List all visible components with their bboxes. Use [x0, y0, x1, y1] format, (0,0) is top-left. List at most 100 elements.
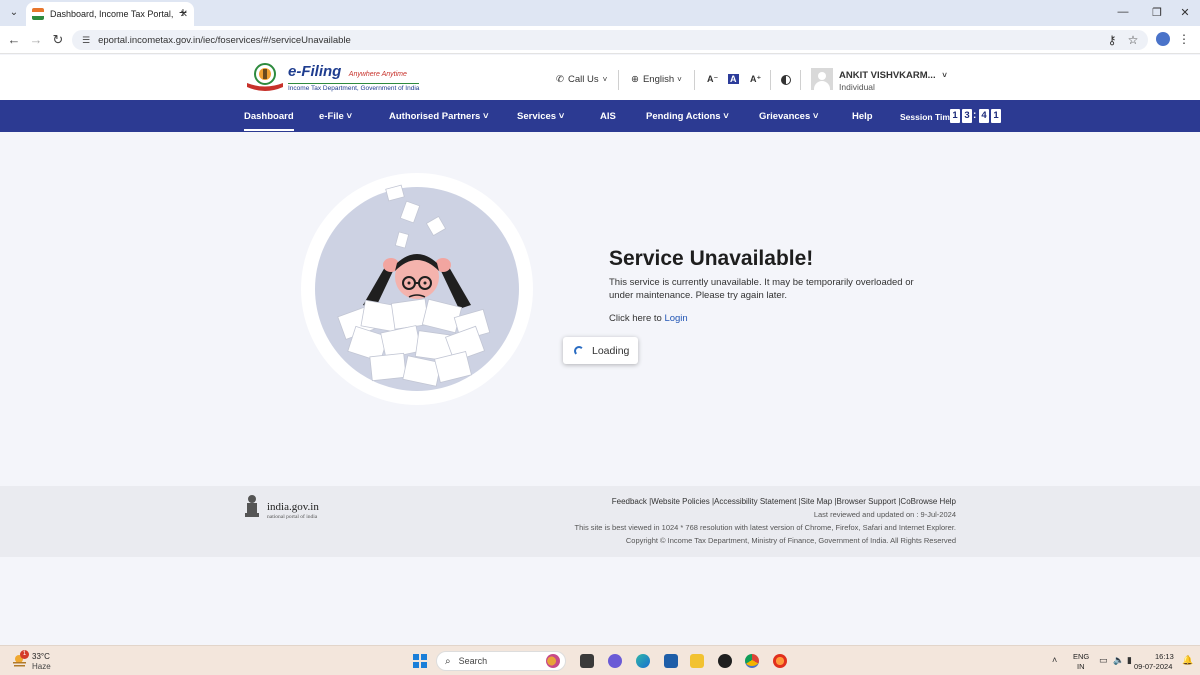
- store-icon[interactable]: [664, 654, 678, 668]
- main-navigation: Dashboard e-File ˅ Authorised Partners ˅…: [0, 100, 1200, 132]
- browser-tab-strip: ⌄ Dashboard, Income Tax Portal, G ✕ + — …: [0, 0, 1200, 26]
- temperature: 33°C: [32, 652, 50, 661]
- back-icon[interactable]: ←: [6, 32, 22, 48]
- browser-profile-icon[interactable]: [1156, 32, 1170, 46]
- edge-browser-icon[interactable]: [636, 654, 650, 668]
- site-footer: india.gov.in national portal of india Fe…: [0, 486, 1200, 557]
- header-divider: [694, 70, 695, 90]
- font-increase-button[interactable]: A⁺: [750, 74, 761, 85]
- new-tab-button[interactable]: +: [176, 5, 190, 19]
- windows-start-icon[interactable]: [413, 654, 427, 668]
- efiling-logo[interactable]: e-Filing Anywhere Anytime Income Tax Dep…: [288, 63, 420, 92]
- media-player-icon[interactable]: [718, 654, 732, 668]
- national-emblem-icon: [245, 495, 259, 517]
- logo-tagline: Anywhere Anytime: [348, 71, 407, 78]
- login-link[interactable]: Login: [664, 313, 687, 324]
- nav-grievances[interactable]: Grievances ˅: [759, 111, 818, 122]
- login-prompt: Click here to Login: [609, 313, 688, 324]
- last-reviewed: Last reviewed and updated on : 9-Jul-202…: [813, 510, 956, 519]
- call-us-label: Call Us: [567, 74, 599, 85]
- nav-help[interactable]: Help: [852, 111, 873, 122]
- session-digit: 4: [979, 109, 989, 123]
- font-reset-button[interactable]: A: [728, 74, 739, 84]
- file-explorer-icon[interactable]: [690, 654, 704, 668]
- footer-link-site-map[interactable]: Site Map: [801, 497, 833, 506]
- footer-link-feedback[interactable]: Feedback: [612, 497, 647, 506]
- session-separator: :: [973, 110, 977, 121]
- header-divider: [618, 70, 619, 90]
- chevron-down-icon: ˅: [677, 75, 682, 84]
- nav-ais[interactable]: AIS: [600, 111, 616, 122]
- session-time-label: Session Time: [900, 112, 955, 122]
- user-name[interactable]: ANKIT VISHVKARM... ˅: [839, 70, 947, 81]
- window-close-icon[interactable]: ✕: [1178, 6, 1192, 19]
- header-divider: [770, 70, 771, 90]
- minimize-icon[interactable]: —: [1116, 6, 1130, 18]
- avatar[interactable]: [811, 68, 833, 90]
- nav-authorised-partners[interactable]: Authorised Partners ˅: [389, 111, 489, 122]
- language-label: English: [642, 74, 675, 85]
- search-icon: ⌕: [445, 655, 451, 667]
- browser-toolbar: ← → ↻ ☰ eportal.incometax.gov.in/iec/fos…: [0, 26, 1200, 54]
- restore-icon[interactable]: ❐: [1150, 6, 1164, 19]
- network-icon[interactable]: ▭: [1099, 655, 1108, 666]
- footer-link-website-policies[interactable]: Website Policies: [651, 497, 710, 506]
- page-title: Service Unavailable!: [609, 247, 814, 270]
- login-prefix: Click here to: [609, 313, 662, 324]
- weather-condition: Haze: [32, 662, 51, 671]
- font-decrease-button[interactable]: A⁻: [707, 74, 718, 85]
- logo-title: e-Filing: [288, 63, 342, 80]
- contrast-toggle-icon[interactable]: [781, 75, 791, 85]
- session-digit: 3: [962, 109, 972, 123]
- service-message: This service is currently unavailable. I…: [609, 277, 914, 301]
- call-us-dropdown[interactable]: ✆ Call Us ˅: [556, 74, 607, 85]
- language-dropdown[interactable]: ⊕ English ˅: [631, 74, 682, 85]
- firefox-browser-icon[interactable]: [773, 654, 787, 668]
- search-label: Search: [458, 656, 488, 666]
- browser-tab-active[interactable]: Dashboard, Income Tax Portal, G ✕: [26, 2, 194, 26]
- chat-icon[interactable]: [608, 654, 622, 668]
- footer-link-cobrowse-help[interactable]: CoBrowse Help: [900, 497, 956, 506]
- volume-icon[interactable]: 🔈: [1113, 655, 1124, 666]
- india-gov-logo[interactable]: india.gov.in: [267, 501, 319, 513]
- battery-icon[interactable]: ▮: [1127, 655, 1132, 666]
- loading-text: Loading: [592, 344, 630, 357]
- input-language[interactable]: ENG: [1073, 652, 1089, 661]
- chevron-down-icon: ˅: [602, 75, 608, 84]
- address-bar[interactable]: ☰ eportal.incometax.gov.in/iec/foservice…: [72, 30, 1148, 50]
- reload-icon[interactable]: ↻: [50, 32, 66, 48]
- footer-link-browser-support[interactable]: Browser Support: [837, 497, 897, 506]
- overloaded-person-illustration: [301, 173, 533, 405]
- footer-link-accessibility[interactable]: Accessibility Statement: [714, 497, 796, 506]
- nav-efile[interactable]: e-File ˅: [319, 111, 352, 122]
- forward-icon[interactable]: →: [28, 32, 44, 48]
- spinner-icon: [574, 345, 584, 356]
- weather-alert-badge: 1: [20, 650, 29, 659]
- clock-time[interactable]: 16:13: [1155, 652, 1174, 661]
- input-region: IN: [1077, 662, 1085, 671]
- copyright: Copyright © Income Tax Department, Minis…: [625, 536, 956, 545]
- bookmark-star-icon[interactable]: ☆: [1125, 32, 1141, 48]
- header-divider: [800, 70, 801, 90]
- nav-services[interactable]: Services ˅: [517, 111, 564, 122]
- nav-pending-actions[interactable]: Pending Actions ˅: [646, 111, 729, 122]
- task-view-icon[interactable]: [580, 654, 594, 668]
- tab-search-icon[interactable]: ⌄: [6, 5, 22, 21]
- password-key-icon[interactable]: ⚷: [1104, 32, 1120, 48]
- os-taskbar: 1 33°C Haze ⌕ Search ˄ ENG IN ▭ 🔈 ▮ 16:1…: [0, 645, 1200, 675]
- site-info-icon[interactable]: ☰: [82, 35, 90, 46]
- chrome-browser-icon[interactable]: [745, 654, 759, 668]
- session-digit: 1: [950, 109, 960, 123]
- browser-menu-icon[interactable]: ⋮: [1178, 32, 1190, 46]
- tab-favicon-icon: [32, 8, 44, 20]
- user-name-text: ANKIT VISHVKARM...: [839, 70, 936, 81]
- tray-overflow-icon[interactable]: ˄: [1052, 655, 1057, 665]
- nav-dashboard[interactable]: Dashboard: [244, 111, 294, 131]
- best-viewed-note: This site is best viewed in 1024 * 768 r…: [574, 523, 956, 532]
- search-highlight-icon[interactable]: [546, 654, 560, 668]
- tab-title: Dashboard, Income Tax Portal, G: [50, 9, 174, 19]
- logo-department: Income Tax Department, Government of Ind…: [288, 83, 420, 92]
- site-header: e-Filing Anywhere Anytime Income Tax Dep…: [0, 55, 1200, 100]
- url-text: eportal.incometax.gov.in/iec/foservices/…: [98, 34, 351, 46]
- notification-bell-icon[interactable]: 🔔: [1182, 655, 1193, 666]
